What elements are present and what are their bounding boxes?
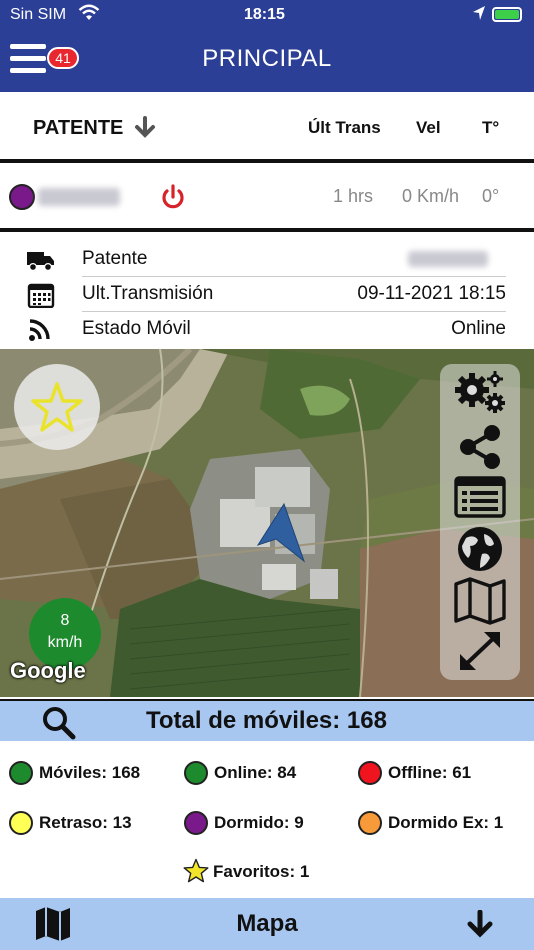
plate-redacted: [38, 188, 120, 206]
legend-label: Dormido Ex: 1: [388, 813, 504, 832]
gear-icon[interactable]: [450, 368, 510, 418]
detail-value: 09-11-2021 18:15: [357, 283, 506, 304]
list-icon[interactable]: [450, 472, 510, 522]
status-bar: Sin SIM 18:15: [0, 4, 534, 26]
row-last-transmission: 1 hrs: [333, 186, 374, 206]
star-icon: [31, 382, 83, 432]
map-controls: [440, 364, 520, 680]
battery-icon: [492, 7, 522, 22]
detail-transmission: Ult.Transmisión 09-11-2021 18:15: [0, 277, 534, 312]
detail-label: Estado Móvil: [82, 318, 191, 339]
legend-favoritos[interactable]: Favoritos: 1: [183, 858, 353, 886]
bottom-bar[interactable]: Mapa: [0, 898, 534, 950]
google-logo: Google: [10, 658, 86, 683]
legend-dot: [184, 811, 208, 835]
status-dot: [9, 184, 35, 210]
legend-label: Retraso: 13: [39, 813, 132, 832]
total-bar[interactable]: Total de móviles: 168: [0, 699, 534, 741]
legend-dot: [9, 811, 33, 835]
legend-offline[interactable]: Offline: 61: [358, 759, 528, 787]
row-temp: 0°: [482, 186, 500, 206]
clock: 18:15: [244, 6, 285, 23]
speed-unit: km/h: [47, 634, 83, 651]
map-icon[interactable]: [450, 576, 510, 626]
legend-label: Offline: 61: [388, 763, 472, 782]
detail-value: Online: [451, 318, 506, 339]
detail-label: Ult.Transmisión: [82, 283, 214, 304]
divider: [0, 228, 534, 232]
column-patente[interactable]: PATENTE: [33, 117, 123, 140]
column-vel[interactable]: Vel: [416, 118, 441, 138]
row-speed: 0 Km/h: [402, 186, 460, 206]
legend-label: Dormido: 9: [214, 813, 304, 832]
total-mobiles: Total de móviles: 168: [146, 707, 387, 734]
legend-label: Online: 84: [214, 763, 297, 782]
legend-dot: [184, 761, 208, 785]
column-header: PATENTE Últ Trans Vel T°: [0, 96, 534, 160]
vehicle-row[interactable]: 1 hrs 0 Km/h 0°: [0, 164, 534, 228]
legend-moviles[interactable]: Móviles: 168: [9, 759, 179, 787]
detail-label: Patente: [82, 248, 148, 269]
share-icon[interactable]: [450, 422, 510, 472]
location-arrow-icon: [473, 6, 485, 20]
search-icon[interactable]: [42, 706, 76, 740]
legend-dot: [358, 761, 382, 785]
globe-icon[interactable]: [450, 524, 510, 574]
detail-estado: Estado Móvil Online: [0, 312, 534, 347]
plate-value-redacted: [408, 251, 488, 267]
power-icon[interactable]: [160, 184, 186, 210]
legend-dot: [358, 811, 382, 835]
favorite-toggle[interactable]: [14, 364, 100, 450]
legend-label: Móviles: 168: [39, 763, 141, 782]
legend-label: Favoritos: 1: [213, 862, 310, 881]
rss-icon: [29, 319, 50, 341]
legend-retraso[interactable]: Retraso: 13: [9, 809, 179, 837]
arrow-down-icon[interactable]: [466, 910, 494, 938]
calendar-icon: [27, 283, 55, 308]
legend-dormido[interactable]: Dormido: 9: [184, 809, 354, 837]
page-title: PRINCIPAL: [202, 45, 332, 72]
truck-icon: [27, 252, 54, 272]
legend-online[interactable]: Online: 84: [184, 759, 354, 787]
column-ult-trans[interactable]: Últ Trans: [308, 118, 381, 138]
legend-dormido-ex[interactable]: Dormido Ex: 1: [358, 809, 528, 837]
app-header: Sin SIM 18:15 41 PRINCIPAL: [0, 0, 534, 92]
legend-dot: [9, 761, 33, 785]
expand-icon[interactable]: [450, 626, 510, 676]
column-temp[interactable]: T°: [482, 118, 499, 138]
star-icon: [183, 858, 209, 883]
carrier-label: Sin SIM: [10, 6, 67, 23]
bottom-label: Mapa: [236, 910, 298, 937]
speed-value: 8: [60, 612, 70, 629]
wifi-icon: [78, 4, 100, 20]
detail-patente: Patente: [0, 242, 534, 277]
divider: [0, 159, 534, 163]
sort-down-icon[interactable]: [134, 116, 156, 138]
